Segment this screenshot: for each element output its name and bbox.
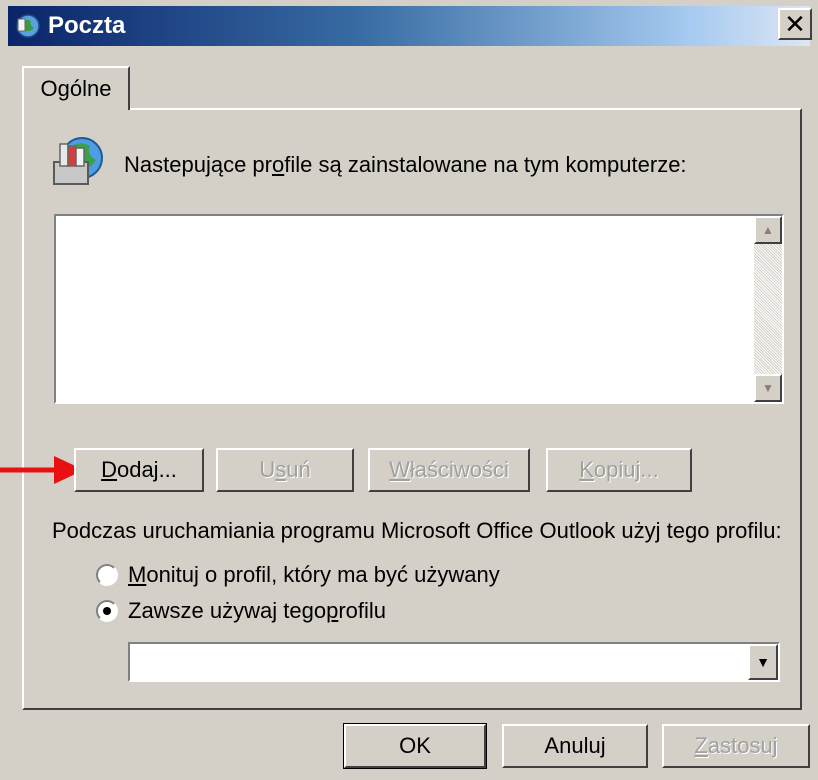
profiles-label-part: Nastepujące pr [124,152,272,177]
chevron-down-icon: ▼ [756,654,770,670]
remove-button-label: uń [286,457,311,482]
profiles-icon [53,137,103,185]
prompt-profile-accel: M [128,562,147,587]
always-profile-label: Zawsze używaj tego [128,598,327,623]
properties-button[interactable]: Właściwości [368,448,530,492]
profiles-label: Nastepujące profile są zainstalowane na … [124,152,687,178]
tab-general-label: Ogólne [40,76,112,101]
close-button[interactable]: ✕ [778,8,812,40]
profiles-label-part: file są zainstalowane na tym komputerze: [284,152,687,177]
remove-button-label: U [259,457,276,482]
remove-button-accel: s [275,457,287,482]
arrow-down-icon: ▼ [762,381,774,395]
window-title: Poczta [48,12,126,39]
remove-button[interactable]: Us uń [216,448,354,492]
close-icon: ✕ [784,9,806,39]
prompt-profile-label: onituj o profil, który ma być używany [146,562,500,587]
profiles-list[interactable]: ▲ ▼ [54,214,784,404]
properties-button-label: łaściwości [409,457,509,482]
ok-button-label: OK [399,733,431,758]
properties-button-accel: W [389,457,410,482]
arrow-up-icon: ▲ [762,223,774,237]
mail-app-icon [14,12,42,40]
scroll-up-button[interactable]: ▲ [754,216,782,244]
apply-button-label: astosuj [707,733,778,758]
startup-profile-label: Podczas uruchamiania programu Microsoft … [52,518,782,543]
profile-select[interactable]: ▼ [128,642,780,682]
always-profile-accel: p [326,598,339,623]
always-profile-label: rofilu [338,598,387,623]
mail-dialog: Poczta ✕ Ogólne Nastepujące profile są z… [0,0,818,780]
always-profile-option[interactable]: Zawsze używaj tego p rofilu [96,598,386,624]
profiles-label-accel: o [271,152,285,177]
ok-button[interactable]: OK [343,723,487,769]
title-bar[interactable]: Poczta ✕ [8,6,812,46]
add-button-label: odaj... [116,457,177,482]
copy-button-label: opiuj... [593,457,659,482]
tab-general[interactable]: Ogólne [22,66,130,110]
add-button[interactable]: Dodaj... [74,448,204,492]
profile-select-dropdown-button[interactable]: ▼ [748,644,778,680]
scroll-down-button[interactable]: ▼ [754,374,782,402]
add-button-accel: D [101,457,117,482]
profiles-list-scrollbar[interactable]: ▲ ▼ [754,216,782,402]
copy-button[interactable]: Kopiuj... [546,448,692,492]
apply-button-accel: Z [694,733,708,758]
always-profile-radio[interactable] [96,600,118,622]
prompt-profile-option[interactable]: Monituj o profil, który ma być używany [96,562,500,588]
cancel-button[interactable]: Anuluj [502,724,648,768]
copy-button-accel: K [579,457,594,482]
apply-button[interactable]: Zastosuj [662,724,810,768]
cancel-button-label: Anuluj [544,733,606,758]
prompt-profile-radio[interactable] [96,564,118,586]
